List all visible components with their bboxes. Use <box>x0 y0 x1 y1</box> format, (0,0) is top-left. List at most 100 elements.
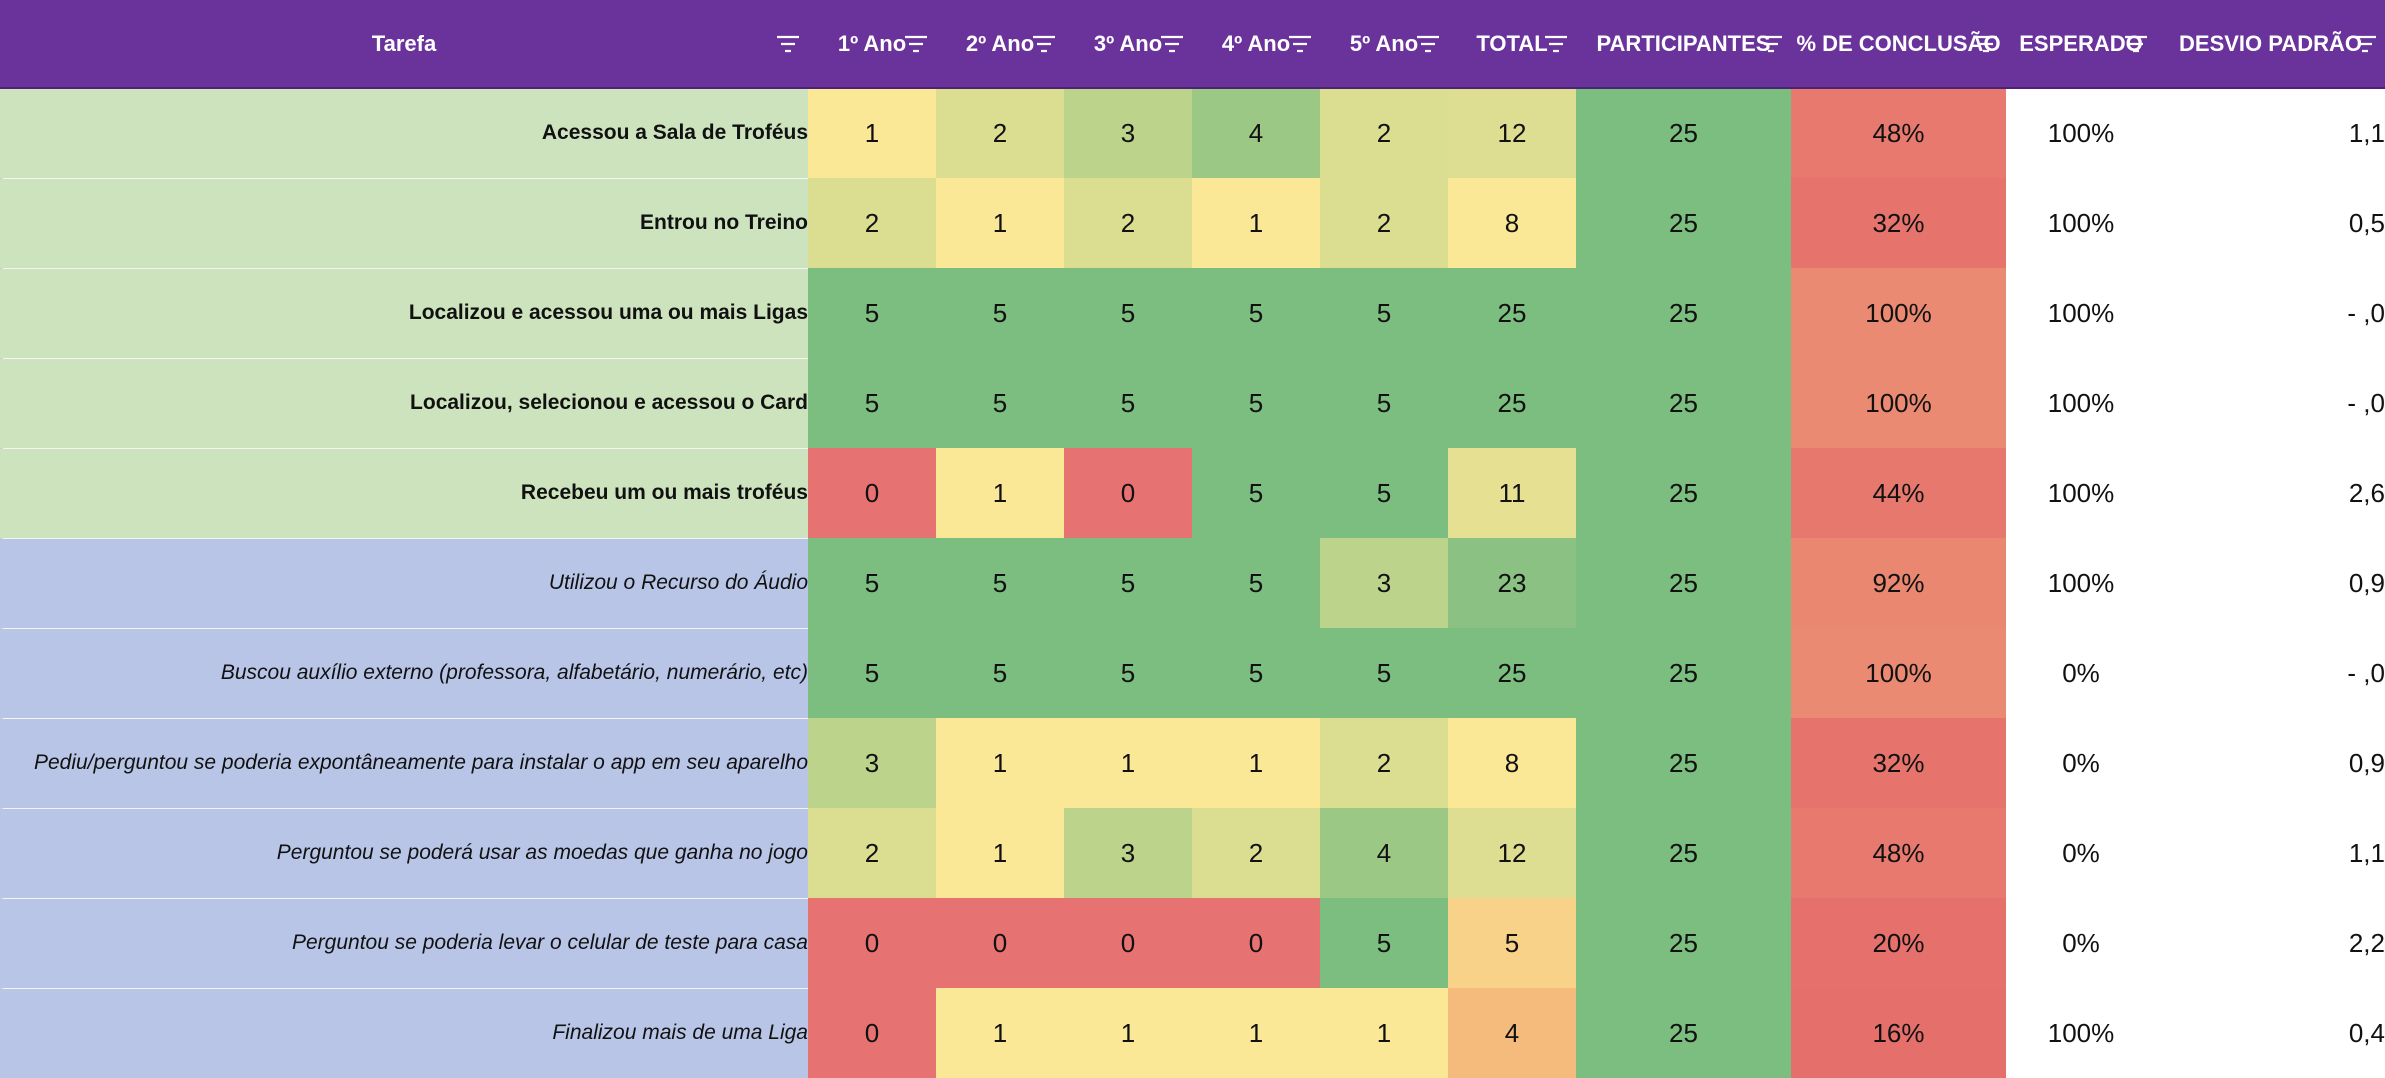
task-cell[interactable]: Finalizou mais de uma Liga <box>0 987 808 1078</box>
total-cell[interactable]: 23 <box>1448 538 1576 628</box>
col-header-esperado[interactable]: ESPERADO <box>2006 0 2156 89</box>
task-cell[interactable]: Entrou no Treino <box>0 177 808 268</box>
filter-icon[interactable] <box>1160 35 1184 53</box>
col-header-desvio-padrao[interactable]: DESVIO PADRÃO <box>2156 0 2385 89</box>
completion-cell[interactable]: 32% <box>1791 718 2006 808</box>
expected-cell[interactable]: 100% <box>2006 178 2156 268</box>
year-5-cell[interactable]: 3 <box>1320 538 1448 628</box>
expected-cell[interactable]: 0% <box>2006 628 2156 718</box>
year-5-cell[interactable]: 2 <box>1320 718 1448 808</box>
total-cell[interactable]: 8 <box>1448 178 1576 268</box>
participants-cell[interactable]: 25 <box>1576 628 1791 718</box>
completion-cell[interactable]: 16% <box>1791 988 2006 1078</box>
expected-cell[interactable]: 100% <box>2006 988 2156 1078</box>
year-2-cell[interactable]: 1 <box>936 448 1064 538</box>
col-header-total[interactable]: TOTAL <box>1448 0 1576 89</box>
year-2-cell[interactable]: 1 <box>936 718 1064 808</box>
year-2-cell[interactable]: 5 <box>936 628 1064 718</box>
year-2-cell[interactable]: 1 <box>936 988 1064 1078</box>
participants-cell[interactable]: 25 <box>1576 538 1791 628</box>
year-3-cell[interactable]: 1 <box>1064 988 1192 1078</box>
year-1-cell[interactable]: 1 <box>808 88 936 178</box>
completion-cell[interactable]: 100% <box>1791 628 2006 718</box>
total-cell[interactable]: 4 <box>1448 988 1576 1078</box>
completion-cell[interactable]: 32% <box>1791 178 2006 268</box>
filter-icon[interactable] <box>776 35 800 53</box>
participants-cell[interactable]: 25 <box>1576 808 1791 898</box>
participants-cell[interactable]: 25 <box>1576 178 1791 268</box>
task-cell[interactable]: Perguntou se poderia levar o celular de … <box>0 897 808 988</box>
col-header-1-ano[interactable]: 1º Ano <box>808 0 936 89</box>
year-4-cell[interactable]: 5 <box>1192 358 1320 448</box>
year-4-cell[interactable]: 1 <box>1192 718 1320 808</box>
col-header-3-ano[interactable]: 3º Ano <box>1064 0 1192 89</box>
total-cell[interactable]: 12 <box>1448 88 1576 178</box>
participants-cell[interactable]: 25 <box>1576 268 1791 358</box>
total-cell[interactable]: 5 <box>1448 898 1576 988</box>
year-1-cell[interactable]: 2 <box>808 178 936 268</box>
expected-cell[interactable]: 100% <box>2006 358 2156 448</box>
col-header-conclusao[interactable]: % DE CONCLUSÃO <box>1791 0 2006 89</box>
year-4-cell[interactable]: 2 <box>1192 808 1320 898</box>
expected-cell[interactable]: 100% <box>2006 448 2156 538</box>
expected-cell[interactable]: 0% <box>2006 808 2156 898</box>
year-1-cell[interactable]: 5 <box>808 358 936 448</box>
total-cell[interactable]: 12 <box>1448 808 1576 898</box>
year-3-cell[interactable]: 5 <box>1064 358 1192 448</box>
task-cell[interactable]: Perguntou se poderá usar as moedas que g… <box>0 807 808 898</box>
task-cell[interactable]: Buscou auxílio externo (professora, alfa… <box>0 627 808 718</box>
year-1-cell[interactable]: 0 <box>808 898 936 988</box>
completion-cell[interactable]: 20% <box>1791 898 2006 988</box>
col-header-tarefa[interactable]: Tarefa <box>0 0 808 89</box>
year-2-cell[interactable]: 1 <box>936 808 1064 898</box>
total-cell[interactable]: 25 <box>1448 268 1576 358</box>
year-5-cell[interactable]: 1 <box>1320 988 1448 1078</box>
year-4-cell[interactable]: 1 <box>1192 178 1320 268</box>
col-header-5-ano[interactable]: 5º Ano <box>1320 0 1448 89</box>
year-5-cell[interactable]: 2 <box>1320 178 1448 268</box>
expected-cell[interactable]: 100% <box>2006 88 2156 178</box>
year-4-cell[interactable]: 4 <box>1192 88 1320 178</box>
stddev-cell[interactable]: 1,1 <box>2156 88 2385 178</box>
total-cell[interactable]: 25 <box>1448 358 1576 448</box>
participants-cell[interactable]: 25 <box>1576 898 1791 988</box>
expected-cell[interactable]: 100% <box>2006 538 2156 628</box>
stddev-cell[interactable]: 1,1 <box>2156 808 2385 898</box>
completion-cell[interactable]: 48% <box>1791 88 2006 178</box>
total-cell[interactable]: 8 <box>1448 718 1576 808</box>
filter-icon[interactable] <box>1759 35 1783 53</box>
filter-icon[interactable] <box>1288 35 1312 53</box>
year-5-cell[interactable]: 5 <box>1320 358 1448 448</box>
year-2-cell[interactable]: 5 <box>936 268 1064 358</box>
year-4-cell[interactable]: 5 <box>1192 268 1320 358</box>
stddev-cell[interactable]: - ,0 <box>2156 628 2385 718</box>
year-5-cell[interactable]: 5 <box>1320 448 1448 538</box>
task-cell[interactable]: Localizou e acessou uma ou mais Ligas <box>0 267 808 358</box>
total-cell[interactable]: 25 <box>1448 628 1576 718</box>
stddev-cell[interactable]: 0,9 <box>2156 538 2385 628</box>
year-2-cell[interactable]: 5 <box>936 358 1064 448</box>
year-3-cell[interactable]: 2 <box>1064 178 1192 268</box>
year-4-cell[interactable]: 5 <box>1192 448 1320 538</box>
year-3-cell[interactable]: 3 <box>1064 808 1192 898</box>
year-1-cell[interactable]: 0 <box>808 448 936 538</box>
year-3-cell[interactable]: 5 <box>1064 628 1192 718</box>
filter-icon[interactable] <box>1032 35 1056 53</box>
year-2-cell[interactable]: 5 <box>936 538 1064 628</box>
completion-cell[interactable]: 92% <box>1791 538 2006 628</box>
year-1-cell[interactable]: 2 <box>808 808 936 898</box>
year-3-cell[interactable]: 3 <box>1064 88 1192 178</box>
year-1-cell[interactable]: 5 <box>808 538 936 628</box>
year-1-cell[interactable]: 3 <box>808 718 936 808</box>
filter-icon[interactable] <box>1974 35 1998 53</box>
year-3-cell[interactable]: 1 <box>1064 718 1192 808</box>
filter-icon[interactable] <box>1544 35 1568 53</box>
year-3-cell[interactable]: 5 <box>1064 538 1192 628</box>
year-4-cell[interactable]: 1 <box>1192 988 1320 1078</box>
year-2-cell[interactable]: 2 <box>936 88 1064 178</box>
stddev-cell[interactable]: 2,6 <box>2156 448 2385 538</box>
task-cell[interactable]: Recebeu um ou mais troféus <box>0 447 808 538</box>
participants-cell[interactable]: 25 <box>1576 988 1791 1078</box>
year-3-cell[interactable]: 5 <box>1064 268 1192 358</box>
year-2-cell[interactable]: 0 <box>936 898 1064 988</box>
